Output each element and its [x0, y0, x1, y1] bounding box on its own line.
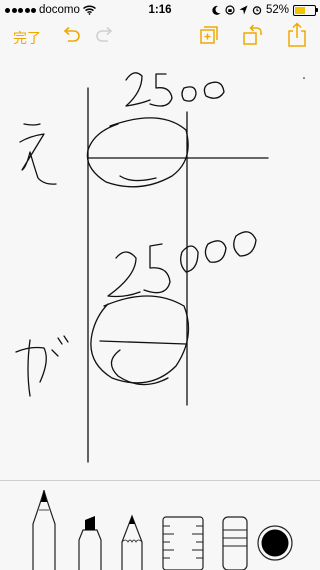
- redo-icon[interactable]: [94, 26, 116, 46]
- done-button[interactable]: 完了: [13, 28, 41, 48]
- horizontal-line-bottom: [99, 340, 187, 345]
- ruler-icon[interactable]: [162, 516, 204, 570]
- rotate-icon[interactable]: [241, 23, 265, 47]
- status-bar: docomo 1:16 52%: [0, 0, 320, 20]
- circle-bottom: [90, 295, 190, 384]
- handwriting-2500-top: [125, 72, 225, 107]
- color-picker[interactable]: [256, 524, 294, 562]
- status-time: 1:16: [148, 4, 172, 16]
- pen-icon[interactable]: [30, 488, 58, 570]
- battery-icon: [293, 4, 318, 16]
- tool-palette: [0, 480, 320, 570]
- share-icon[interactable]: [286, 22, 308, 48]
- battery-level: [295, 6, 305, 14]
- sketch: [15, 72, 305, 463]
- add-shape-icon[interactable]: [197, 24, 219, 46]
- undo-icon[interactable]: [60, 26, 82, 46]
- handwriting-ga: [15, 335, 69, 397]
- drawing-canvas[interactable]: [0, 52, 320, 480]
- toolbar: 完了: [0, 20, 320, 52]
- eraser-icon[interactable]: [222, 516, 248, 570]
- pencil-icon[interactable]: [120, 514, 144, 570]
- marker-icon[interactable]: [76, 514, 104, 570]
- handwriting-e: [19, 123, 57, 185]
- handwriting-2500-bottom: [107, 231, 257, 298]
- circle-top: [86, 117, 189, 188]
